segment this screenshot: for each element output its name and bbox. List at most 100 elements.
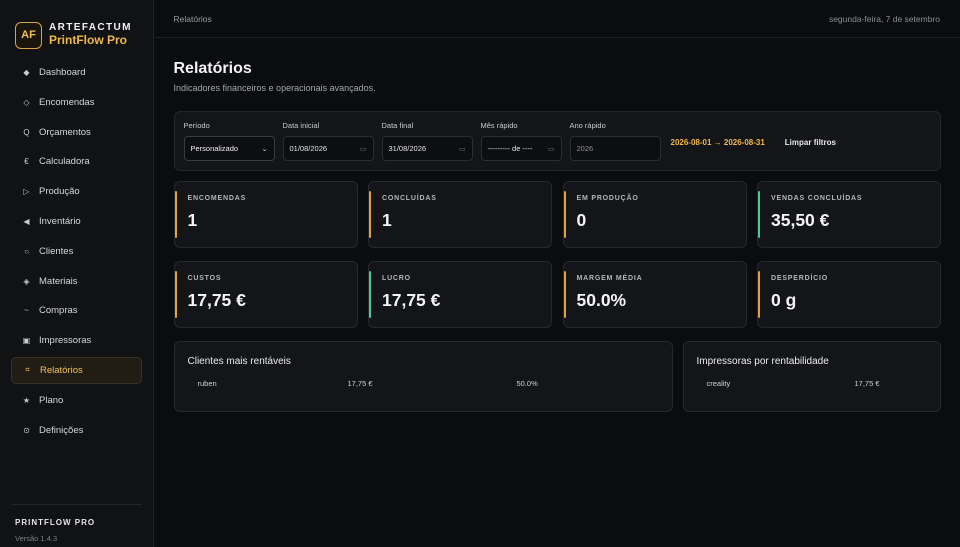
stat-label: DESPERDÍCIO [771, 275, 829, 282]
triangle-left-icon: ◀ [23, 216, 30, 226]
end-date-input[interactable]: 31/08/2026 ▭ [381, 136, 473, 161]
active-range: 2026-08-01 → 2026-08-31 [670, 138, 765, 147]
stat-label: VENDAS CONCLUÍDAS [771, 195, 863, 202]
stat-accent-bar [758, 271, 760, 318]
brand-product: PrintFlow Pro [49, 32, 127, 47]
printer-profit: 17,75 € [854, 379, 880, 388]
stat-value: 1 [382, 210, 392, 230]
year-filter: Ano rápido 2026 [569, 121, 661, 161]
sidebar-item-label: Inventário [39, 215, 81, 227]
clear-filters-button[interactable]: Limpar filtros [785, 138, 836, 147]
printer-icon: ▣ [22, 336, 31, 346]
breadcrumb[interactable]: Relatórios [174, 14, 212, 24]
brand[interactable]: AF ARTEFACTUM PrintFlow Pro [0, 0, 153, 57]
calendar-icon[interactable]: ▭ [360, 145, 367, 153]
stat-value: 1 [187, 210, 198, 230]
stat-card: EM PRODUÇÃO 0 [562, 181, 747, 248]
stat-accent-bar [369, 191, 371, 238]
stat-value: 50.0% [576, 290, 627, 310]
period-value: Personalizado [190, 144, 239, 153]
stat-label: EM PRODUÇÃO [576, 195, 639, 202]
printers-panel: Impressoras por rentabilidade creality 1… [682, 341, 941, 412]
year-input[interactable]: 2026 [569, 136, 661, 161]
stat-card: LUCRO 17,75 € [368, 261, 552, 328]
stat-value: 17,75 € [382, 290, 441, 310]
settings-icon: ⊙ [23, 425, 30, 435]
calendar-icon[interactable]: ▭ [548, 145, 555, 153]
client-name: ruben [197, 379, 217, 388]
sidebar-item-label: Relatórios [40, 364, 83, 376]
month-filter: Mês rápido --------- de ---- ▭ [480, 121, 562, 161]
calendar-icon[interactable]: ▭ [459, 145, 466, 153]
current-date: segunda-feira, 7 de setembro [828, 13, 940, 24]
period-filter: Período Personalizado ⌄ [183, 121, 275, 161]
year-value: 2026 [576, 144, 594, 153]
table-row[interactable]: creality 17,75 € [697, 379, 927, 388]
filters-bar: Período Personalizado ⌄ Data inicial 01/… [173, 111, 941, 171]
sidebar-item-clientes[interactable]: ○ Clientes [11, 238, 142, 265]
sidebar-item-materiais[interactable]: ◈ Materiais [11, 268, 142, 295]
brand-logo: AF [15, 21, 42, 49]
stat-value: 0 g [771, 290, 797, 310]
end-date-filter: Data final 31/08/2026 ▭ [381, 121, 473, 161]
top-clients-panel: Clientes mais rentáveis ruben 17,75 € 50… [173, 341, 673, 412]
period-label: Período [183, 121, 210, 130]
sidebar-item-label: Calculadora [39, 156, 90, 168]
start-date-input[interactable]: 01/08/2026 ▭ [282, 136, 374, 161]
sidebar-item-encomendas[interactable]: ◇ Encomendas [11, 89, 142, 116]
start-date-value: 01/08/2026 [289, 144, 328, 153]
tilde-icon: ~ [24, 306, 29, 316]
topbar: Relatórios segunda-feira, 7 de setembro [153, 0, 960, 38]
stat-accent-bar [563, 271, 566, 318]
month-input[interactable]: --------- de ---- ▭ [480, 136, 562, 161]
footer-title: PRINTFLOW PRO [15, 518, 96, 527]
sidebar-item-label: Definições [39, 424, 84, 436]
stat-card: MARGEM MÉDIA 50.0% [562, 261, 747, 328]
sidebar-item-label: Encomendas [39, 96, 95, 108]
quote-icon: Q [23, 127, 30, 137]
chevron-down-icon: ⌄ [261, 145, 268, 153]
stats-grid: ENCOMENDAS 1 CONCLUÍDAS 1 EM PRODUÇÃO 0 VENDAS… [173, 181, 941, 328]
page-title: Relatórios [173, 60, 252, 77]
footer-version: Versão 1.4.3 [15, 534, 58, 543]
stat-label: CONCLUÍDAS [382, 195, 437, 202]
month-value: --------- de ---- [487, 144, 533, 153]
sidebar-item-label: Materiais [39, 275, 78, 287]
stat-accent-bar [174, 271, 177, 318]
stat-card: DESPERDÍCIO 0 g [757, 261, 941, 328]
sidebar-item-definicoes[interactable]: ⊙ Definições [11, 417, 142, 444]
sidebar-item-plano[interactable]: ★ Plano [11, 387, 142, 414]
stat-card: VENDAS CONCLUÍDAS 35,50 € [757, 181, 941, 248]
sidebar-nav: ◆ Dashboard ◇ Encomendas Q Orçamentos € Calcula… [0, 59, 153, 446]
end-date-label: Data final [381, 121, 414, 130]
stat-value: 0 [576, 210, 587, 230]
panels: Clientes mais rentáveis ruben 17,75 € 50… [173, 341, 942, 412]
main-area: Relatórios segunda-feira, 7 de setembro … [153, 0, 960, 547]
sidebar-item-dashboard[interactable]: ◆ Dashboard [11, 59, 142, 86]
star-icon: ★ [22, 395, 31, 405]
end-date-value: 31/08/2026 [388, 144, 427, 153]
sidebar-item-producao[interactable]: ▷ Produção [11, 178, 142, 205]
table-row[interactable]: ruben 17,75 € 50.0% [188, 379, 659, 388]
printers-title: Impressoras por rentabilidade [696, 356, 829, 367]
sidebar-item-orcamentos[interactable]: Q Orçamentos [11, 119, 142, 146]
sidebar: AF ARTEFACTUM PrintFlow Pro ◆ Dashboard ◇ E… [0, 0, 154, 547]
period-select[interactable]: Personalizado ⌄ [183, 136, 275, 161]
sidebar-item-label: Plano [39, 394, 64, 406]
top-clients-title: Clientes mais rentáveis [187, 356, 291, 367]
diamond-dot-icon: ◈ [23, 276, 30, 286]
sidebar-item-label: Produção [39, 186, 80, 198]
sidebar-item-relatorios[interactable]: ⌗ Relatórios [11, 356, 142, 384]
stat-label: CUSTOS [187, 275, 222, 282]
stat-label: ENCOMENDAS [187, 195, 247, 202]
sidebar-item-impressoras[interactable]: ▣ Impressoras [11, 327, 142, 354]
euro-icon: € [24, 157, 29, 167]
stat-card: ENCOMENDAS 1 [173, 181, 358, 248]
sidebar-item-compras[interactable]: ~ Compras [11, 297, 142, 324]
page-subtitle: Indicadores financeiros e operacionais a… [173, 83, 376, 93]
stat-label: MARGEM MÉDIA [576, 275, 643, 282]
stat-label: LUCRO [382, 275, 411, 282]
sidebar-item-inventario[interactable]: ◀ Inventário [11, 208, 142, 235]
sidebar-item-label: Compras [39, 305, 78, 317]
sidebar-item-calculadora[interactable]: € Calculadora [11, 148, 142, 175]
